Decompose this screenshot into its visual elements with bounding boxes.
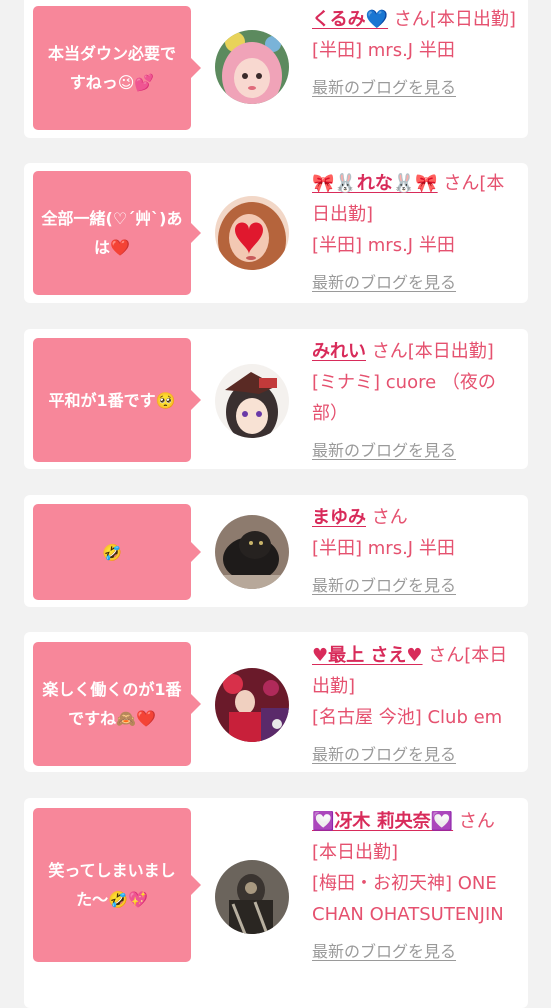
cast-name-link[interactable]: みれい: [312, 341, 366, 362]
cast-avatar[interactable]: [215, 30, 289, 104]
comment-bubble: 笑ってしまいました〜🤣💖: [33, 808, 201, 962]
comment-bubble: 🤣: [33, 504, 201, 600]
shop-name: [梅田・お初天神] ONE CHAN OHATSUTENJIN: [312, 873, 504, 925]
cast-info: 🎀🐰れな🐰🎀 さん[本日出勤] [半田] mrs.J 半田 最新のブログを見る: [312, 168, 518, 298]
blog-card-1: 本当ダウン必要ですねっ😉💕 くるみ💙 さん[本日出勤] [半田] mrs.J 半…: [24, 0, 528, 138]
blog-card-5: 楽しく働くのが1番ですね🙈❤️ ♥最上 さえ♥ さん[本日出勤] [名古屋 今池…: [24, 632, 528, 772]
cast-suffix: さん: [371, 507, 408, 528]
cast-avatar[interactable]: [215, 196, 289, 270]
cast-name-link[interactable]: まゆみ: [312, 507, 366, 528]
cast-name-link[interactable]: 💟冴木 莉央奈💟: [312, 811, 453, 832]
blog-card-6: 笑ってしまいました〜🤣💖 💟冴木 莉央奈💟 さん[本日出勤] [梅田・お初天神]…: [24, 798, 528, 1008]
cast-avatar[interactable]: [215, 515, 289, 589]
cast-info: 💟冴木 莉央奈💟 さん[本日出勤] [梅田・お初天神] ONE CHAN OHA…: [312, 806, 518, 967]
cast-suffix: さん[本日出勤]: [393, 9, 516, 30]
avatar-heart-face-icon: [215, 196, 289, 270]
avatar-dark-costume-icon: [215, 860, 289, 934]
cast-avatar[interactable]: [215, 668, 289, 742]
shop-name: [ミナミ] cuore （夜の部）: [312, 372, 496, 424]
blog-card-3: 平和が1番です🥺 みれい さん[本日出勤] [ミナミ] cuore （夜の部） …: [24, 329, 528, 469]
comment-bubble: 本当ダウン必要ですねっ😉💕: [33, 6, 201, 130]
cast-name-link[interactable]: 🎀🐰れな🐰🎀: [312, 173, 438, 194]
cast-name-link[interactable]: くるみ💙: [312, 9, 388, 30]
blog-card-4: 🤣 まゆみ さん [半田] mrs.J 半田 最新のブログを見る: [24, 495, 528, 607]
comment-bubble: 全部一緒(♡´艸`)あは❤️: [33, 171, 201, 295]
cast-info: みれい さん[本日出勤] [ミナミ] cuore （夜の部） 最新のブログを見る: [312, 336, 518, 466]
cast-avatar[interactable]: [215, 364, 289, 438]
blog-card-2: 全部一緒(♡´艸`)あは❤️ 🎀🐰れな🐰🎀 さん[本日出勤] [半田] mrs.…: [24, 163, 528, 303]
comment-bubble: 楽しく働くのが1番ですね🙈❤️: [33, 642, 201, 766]
latest-blog-link[interactable]: 最新のブログを見る: [312, 72, 518, 103]
latest-blog-link[interactable]: 最新のブログを見る: [312, 936, 518, 967]
latest-blog-link[interactable]: 最新のブログを見る: [312, 739, 518, 770]
shop-name: [半田] mrs.J 半田: [312, 538, 455, 559]
avatar-pink-hair-girl-icon: [215, 30, 289, 104]
avatar-red-kimono-icon: [215, 668, 289, 742]
cast-info: まゆみ さん [半田] mrs.J 半田 最新のブログを見る: [312, 502, 518, 601]
latest-blog-link[interactable]: 最新のブログを見る: [312, 570, 518, 601]
shop-name: [半田] mrs.J 半田: [312, 40, 455, 61]
avatar-anime-girl-icon: [215, 364, 289, 438]
comment-bubble: 平和が1番です🥺: [33, 338, 201, 462]
latest-blog-link[interactable]: 最新のブログを見る: [312, 435, 518, 466]
shop-name: [名古屋 今池] Club em: [312, 707, 503, 728]
avatar-black-cat-icon: [215, 515, 289, 589]
cast-name-link[interactable]: ♥最上 さえ♥: [312, 645, 423, 666]
cast-info: くるみ💙 さん[本日出勤] [半田] mrs.J 半田 最新のブログを見る: [312, 4, 518, 103]
cast-suffix: さん[本日出勤]: [371, 341, 494, 362]
latest-blog-link[interactable]: 最新のブログを見る: [312, 267, 518, 298]
shop-name: [半田] mrs.J 半田: [312, 235, 455, 256]
cast-info: ♥最上 さえ♥ さん[本日出勤] [名古屋 今池] Club em 最新のブログ…: [312, 640, 518, 770]
cast-avatar[interactable]: [215, 860, 289, 934]
